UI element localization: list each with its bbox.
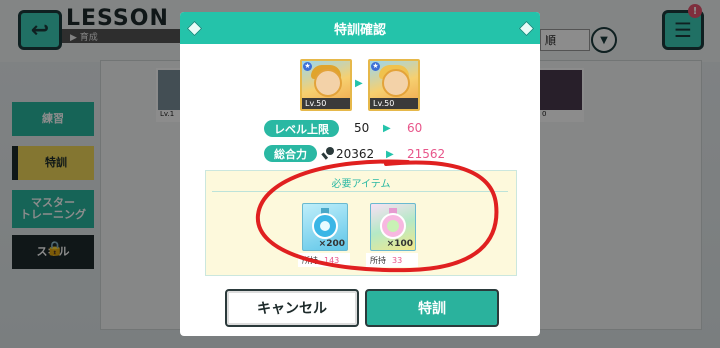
card-art (314, 69, 342, 97)
confirm-training-button[interactable]: 特訓 (365, 289, 499, 327)
item-quantity: ×100 (386, 239, 413, 249)
level-cap-old: 50 (354, 121, 370, 135)
arrow-right-icon: ▶ (355, 78, 363, 89)
total-power-label: 総合力 (264, 145, 317, 162)
level-cap-new: 60 (407, 121, 423, 135)
card-before-level: Lv.50 (302, 98, 350, 109)
owned-label: 所持 (302, 255, 318, 265)
item-quantity: ×200 (318, 239, 345, 249)
star-icon: ★ (371, 62, 380, 71)
card-art (382, 69, 410, 97)
arrow-right-icon: ▶ (383, 123, 391, 134)
total-power-new: 21562 (407, 147, 446, 161)
card-before: ★ Lv.50 (300, 59, 352, 111)
dialog-title: 特訓確認 (333, 22, 386, 38)
required-items-box: 必要アイテム ×200 所持 143 ×100 所持 33 (205, 170, 517, 276)
star-icon: ★ (303, 62, 312, 71)
item-tile[interactable]: ×200 (302, 203, 348, 251)
owned-value: 33 (392, 255, 403, 265)
owned-count: 所持 143 (298, 253, 350, 267)
card-after-level: Lv.50 (370, 98, 418, 109)
microphone-icon (321, 147, 334, 160)
owned-count: 所持 33 (366, 253, 418, 267)
dialog-header: 特訓確認 (180, 12, 540, 44)
item-tile[interactable]: ×100 (370, 203, 416, 251)
divider (212, 191, 508, 192)
total-power-old: 20362 (336, 147, 375, 161)
arrow-right-icon: ▶ (386, 149, 394, 160)
card-after: ★ Lv.50 (368, 59, 420, 111)
level-cap-label: レベル上限 (264, 120, 339, 137)
required-items-title: 必要アイテム (331, 179, 391, 190)
training-confirm-dialog: 特訓確認 ★ Lv.50 ▶ ★ Lv.50 レベル上限 50 ▶ 60 総合力… (180, 12, 540, 336)
owned-label: 所持 (370, 255, 386, 265)
cancel-button[interactable]: キャンセル (225, 289, 359, 327)
owned-value: 143 (324, 255, 340, 265)
